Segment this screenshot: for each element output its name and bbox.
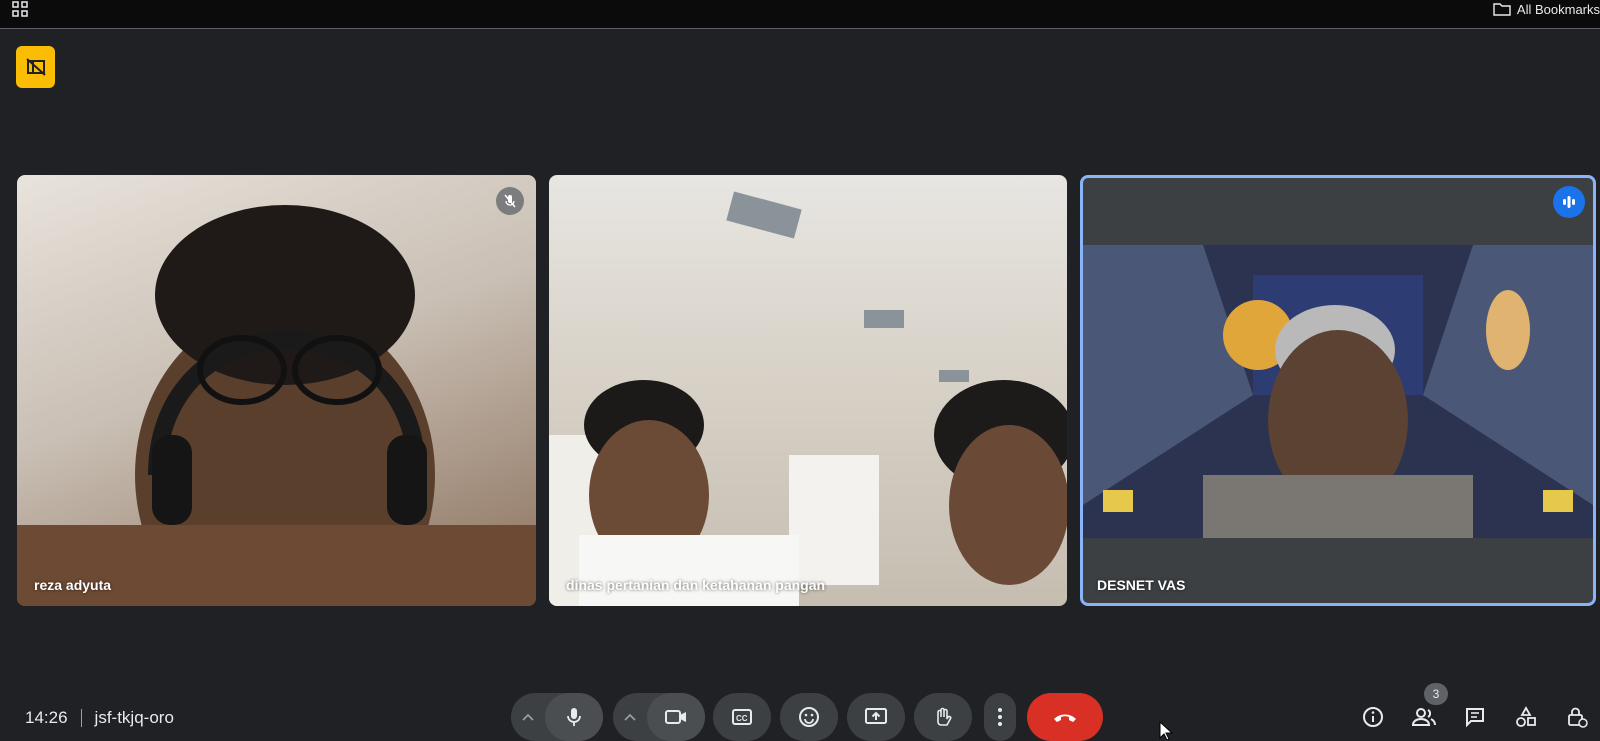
raise-hand-icon[interactable] (914, 693, 972, 741)
participant-video (17, 205, 536, 606)
mic-off-icon (496, 187, 524, 215)
divider (80, 709, 82, 727)
camera-options-chevron-icon[interactable] (613, 713, 647, 721)
participant-video (1083, 245, 1593, 538)
call-controls-bar: 14:26 jsf-tkjq-oro CC (0, 690, 1600, 741)
apps-grid-icon[interactable] (12, 1, 28, 17)
meeting-info: 14:26 jsf-tkjq-oro (25, 708, 174, 728)
meeting-time: 14:26 (25, 708, 68, 727)
mouse-cursor-icon (1159, 721, 1173, 741)
present-screen-icon[interactable] (847, 693, 905, 741)
participant-tile-active[interactable]: DESNET VAS (1080, 175, 1596, 606)
all-bookmarks-link[interactable]: All Bookmarks (1493, 0, 1600, 18)
participant-name: dinas pertanian dan ketahanan pangan (566, 577, 826, 593)
audio-bars-icon (1553, 186, 1585, 218)
participant-video (549, 191, 1067, 606)
participant-name: DESNET VAS (1097, 577, 1186, 593)
mic-options-chevron-icon[interactable] (511, 713, 545, 721)
mic-control (511, 693, 603, 741)
info-icon[interactable] (1358, 702, 1388, 732)
camera-control (613, 693, 705, 741)
folder-icon (1493, 2, 1511, 16)
participant-tile[interactable]: dinas pertanian dan ketahanan pangan (549, 175, 1067, 606)
videocam-icon[interactable] (647, 693, 705, 741)
svg-text:CC: CC (736, 714, 748, 723)
all-bookmarks-label: All Bookmarks (1516, 1, 1600, 17)
participant-tile[interactable]: reza adyuta (17, 175, 536, 606)
bookmarks-bar: All Bookmarks (0, 0, 1600, 29)
meeting-code[interactable]: jsf-tkjq-oro (95, 708, 174, 728)
call-end-icon[interactable] (1027, 693, 1103, 741)
more-vert-icon[interactable] (984, 693, 1016, 741)
host-controls-icon[interactable] (1562, 702, 1592, 732)
closed-caption-icon[interactable]: CC (713, 693, 771, 741)
emoji-icon[interactable] (780, 693, 838, 741)
chat-icon[interactable] (1460, 702, 1490, 732)
activities-icon[interactable] (1511, 702, 1541, 732)
participant-count-badge: 3 (1424, 683, 1448, 705)
no-sidebar-icon[interactable] (16, 46, 55, 88)
participant-name: reza adyuta (34, 577, 112, 593)
mic-icon[interactable] (545, 693, 603, 741)
people-icon[interactable] (1409, 702, 1439, 732)
